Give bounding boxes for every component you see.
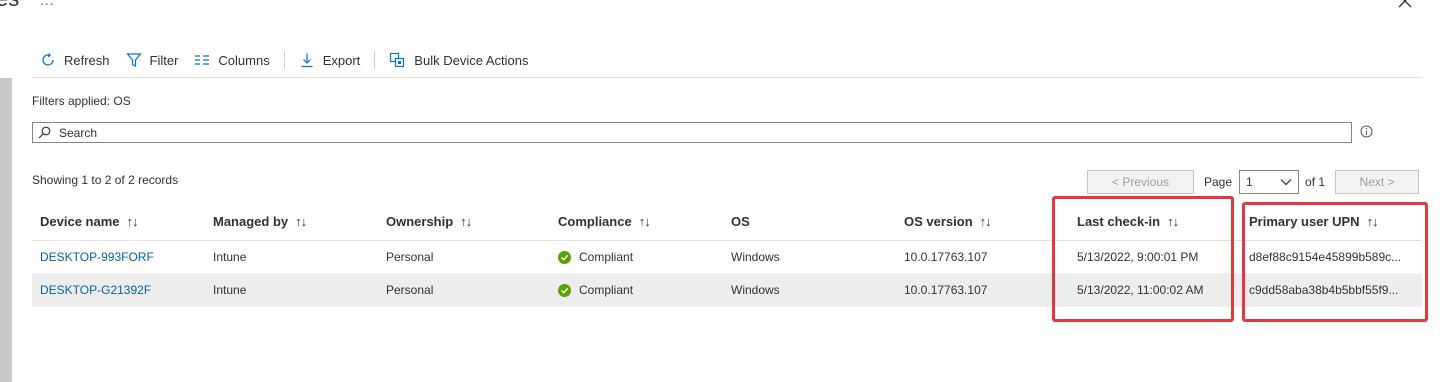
column-header[interactable]: Compliance ↑↓ — [550, 214, 723, 229]
page-title-fragment: es — [0, 0, 19, 12]
compliant-check-icon — [558, 283, 571, 297]
bulk-device-actions-button[interactable]: Bulk Device Actions — [381, 46, 536, 74]
refresh-label: Refresh — [64, 52, 110, 68]
search-icon — [38, 126, 51, 139]
sort-icon[interactable]: ↑↓ — [295, 214, 307, 229]
columns-label: Columns — [218, 52, 270, 68]
managed-by-cell: Intune — [213, 250, 247, 264]
ownership-cell: Personal — [386, 250, 434, 264]
page-select-value: 1 — [1246, 175, 1253, 189]
column-header-label: Device name — [40, 214, 120, 229]
export-button[interactable]: Export — [291, 46, 369, 74]
device-name-link[interactable]: DESKTOP-993FORF — [40, 250, 154, 264]
sort-icon[interactable]: ↑↓ — [460, 214, 472, 229]
sort-icon[interactable]: ↑↓ — [639, 214, 651, 229]
records-count: Showing 1 to 2 of 2 records — [32, 173, 179, 187]
os-cell: Windows — [731, 250, 780, 264]
column-header[interactable]: Managed by ↑↓ — [205, 214, 378, 229]
managed-by-cell: Intune — [213, 283, 247, 297]
next-button[interactable]: Next > — [1335, 170, 1420, 194]
search-input[interactable] — [57, 124, 1351, 141]
page-select[interactable]: 1 — [1239, 170, 1300, 194]
more-options-icon[interactable]: ... — [40, 0, 55, 8]
page-label: Page — [1204, 175, 1233, 189]
column-header[interactable]: OS version ↑↓ — [896, 214, 1069, 229]
highlight-last-checkin — [1052, 196, 1234, 322]
refresh-button[interactable]: Refresh — [32, 46, 118, 74]
columns-icon — [195, 55, 210, 65]
columns-button[interactable]: Columns — [186, 46, 277, 74]
device-name-link[interactable]: DESKTOP-G21392F — [40, 283, 151, 297]
bulk-actions-icon — [390, 52, 405, 67]
pagination: < Previous Page 1 of 1 Next > — [1087, 170, 1420, 194]
os-version-cell: 10.0.17763.107 — [904, 250, 988, 264]
compliance-cell: Compliant — [579, 283, 634, 297]
search-box[interactable] — [32, 122, 1352, 143]
refresh-icon — [42, 53, 54, 66]
chevron-down-icon — [1280, 179, 1292, 186]
toolbar-divider — [32, 77, 1422, 78]
compliance-cell: Compliant — [579, 250, 634, 264]
download-icon — [301, 53, 313, 68]
left-scrollbar[interactable] — [0, 78, 12, 382]
export-label: Export — [322, 52, 361, 68]
os-version-cell: 10.0.17763.107 — [904, 283, 988, 297]
column-header[interactable]: OS — [723, 214, 896, 229]
compliant-check-icon — [558, 250, 571, 264]
info-icon[interactable] — [1360, 125, 1373, 138]
bulk-actions-label: Bulk Device Actions — [414, 52, 529, 68]
column-header-label: Ownership — [386, 214, 454, 229]
previous-button[interactable]: < Previous — [1087, 170, 1194, 194]
close-icon[interactable] — [1398, 0, 1412, 8]
ownership-cell: Personal — [386, 283, 434, 297]
highlight-primary-user-upn — [1242, 202, 1428, 322]
column-header-label: OS version — [904, 214, 973, 229]
toolbar-separator — [283, 51, 285, 69]
column-header[interactable]: Device name ↑↓ — [32, 214, 205, 229]
os-cell: Windows — [731, 283, 780, 297]
page-total: of 1 — [1305, 175, 1326, 189]
filter-button[interactable]: Filter — [118, 46, 187, 74]
command-bar: Refresh Filter Columns Export Bulk Devic… — [32, 46, 536, 74]
column-header-label: Managed by — [213, 214, 289, 229]
column-header-label: Compliance — [558, 214, 632, 229]
column-header[interactable]: Ownership ↑↓ — [378, 214, 550, 229]
filter-icon — [125, 53, 142, 67]
filter-label: Filter — [149, 52, 179, 68]
filters-applied: Filters applied: OS — [32, 94, 131, 108]
toolbar-separator — [374, 51, 376, 69]
sort-icon[interactable]: ↑↓ — [127, 214, 139, 229]
column-header-label: OS — [731, 214, 750, 229]
sort-icon[interactable]: ↑↓ — [980, 214, 992, 229]
